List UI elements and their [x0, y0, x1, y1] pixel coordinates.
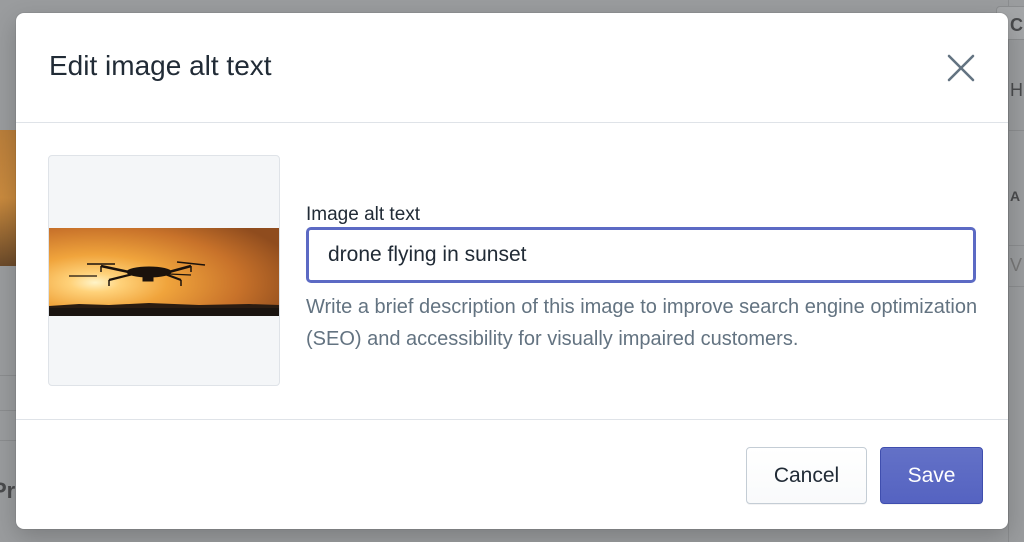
alt-text-label: Image alt text: [306, 204, 421, 225]
modal-title: Edit image alt text: [49, 50, 272, 81]
image-thumbnail: [49, 228, 279, 316]
background-divider: [0, 410, 16, 411]
image-preview: [48, 155, 280, 386]
background-divider: [0, 440, 16, 441]
background-heading: Pri: [0, 478, 16, 503]
save-button[interactable]: Save: [880, 447, 983, 504]
modal-header: Edit image alt text: [16, 13, 1008, 123]
background-text: V: [1010, 255, 1023, 275]
edit-alt-text-modal: Edit image alt text Image alt text drone…: [16, 13, 1008, 529]
close-icon: [947, 54, 975, 82]
background-text: C: [1010, 15, 1023, 35]
modal-footer: Cancel Save: [16, 419, 1008, 530]
alt-text-help-text: Write a brief description of this image …: [306, 296, 978, 350]
cancel-button[interactable]: Cancel: [746, 447, 867, 504]
close-button[interactable]: [936, 49, 984, 89]
background-product-image: [0, 130, 16, 266]
modal-body: Image alt text Write a brief description…: [16, 123, 1008, 419]
background-text: A: [1010, 188, 1021, 204]
background-text: H: [1010, 80, 1023, 100]
background-divider: [0, 375, 16, 376]
background-divider: [1008, 130, 1024, 131]
alt-text-input[interactable]: [306, 227, 976, 283]
